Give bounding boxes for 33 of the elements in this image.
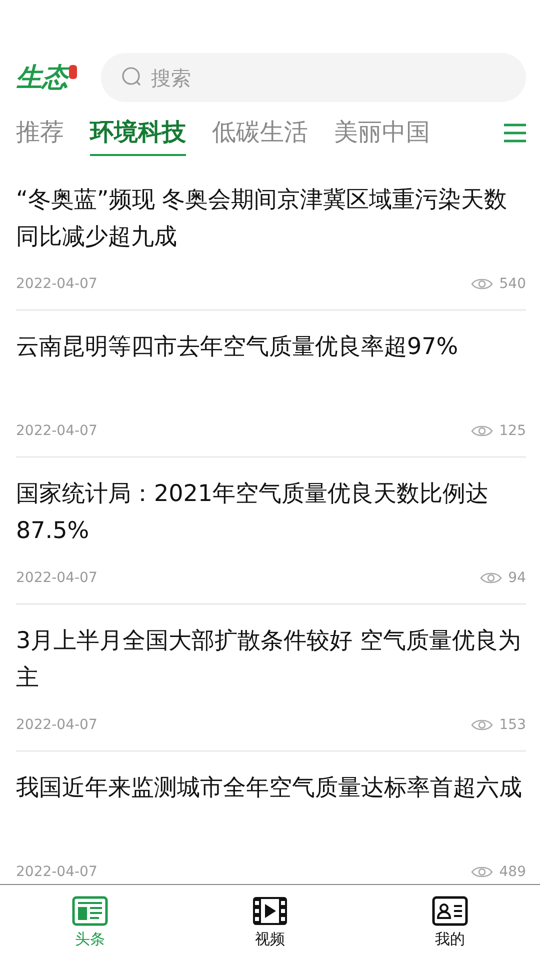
category-tab[interactable]: 低碳生活 [212, 110, 308, 156]
nav-tab[interactable]: 视频 [180, 885, 360, 960]
article-date: 2022-04-07 [16, 717, 98, 733]
category-tab[interactable]: 美丽中国 [334, 110, 430, 156]
eye-icon [471, 718, 494, 732]
eye-icon [471, 865, 494, 879]
eye-icon [471, 277, 494, 291]
category-tab[interactable]: 推荐 [16, 110, 64, 156]
logo: 生态 [16, 62, 68, 94]
eye-icon [471, 424, 494, 438]
search-field[interactable]: 搜索 [101, 53, 526, 102]
article-date: 2022-04-07 [16, 276, 98, 292]
newspaper-icon [72, 896, 108, 926]
article-date: 2022-04-07 [16, 570, 98, 586]
nav-tab[interactable]: 我的 [360, 885, 540, 960]
article-date: 2022-04-07 [16, 423, 98, 439]
view-count: 125 [499, 423, 526, 439]
category-tab[interactable]: 环境科技 [90, 110, 186, 156]
menu-icon[interactable] [504, 123, 526, 143]
id-card-icon [432, 896, 468, 926]
article-title[interactable]: 云南昆明等四市去年空气质量优良率超97% [16, 329, 526, 403]
view-count: 540 [499, 276, 526, 292]
film-play-icon [252, 896, 288, 926]
article-title[interactable]: “冬奥蓝”频现 冬奥会期间京津冀区域重污染天数同比减少超九成 [16, 182, 526, 256]
eye-icon [480, 571, 502, 585]
view-count: 153 [499, 717, 526, 733]
view-count: 489 [499, 864, 526, 880]
article-title[interactable]: 3月上半月全国大部扩散条件较好 空气质量优良为主 [16, 623, 526, 697]
article-title[interactable]: 国家统计局：2021年空气质量优良天数比例达87.5% [16, 476, 526, 550]
article-date: 2022-04-07 [16, 864, 98, 880]
view-count: 94 [508, 570, 526, 586]
article-title[interactable]: 我国近年来监测城市全年空气质量达标率首超六成 [16, 770, 526, 844]
nav-tab[interactable]: 头条 [0, 885, 180, 960]
